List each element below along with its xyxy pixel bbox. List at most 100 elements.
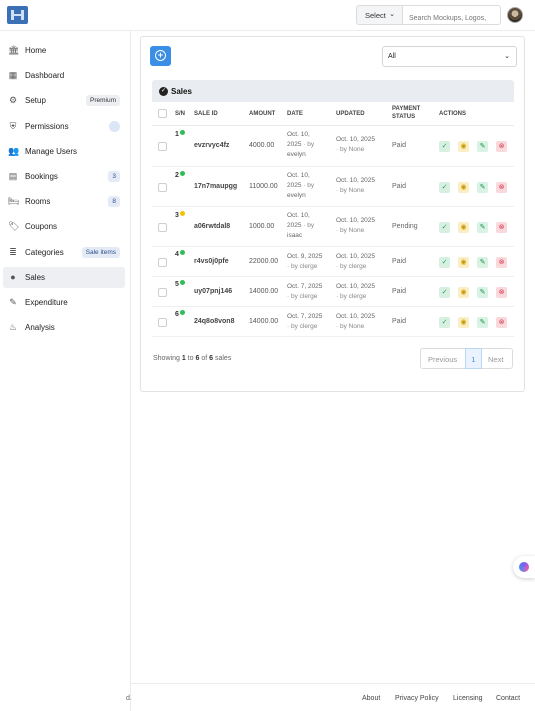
sidebar-item-home[interactable]: 🏛 Home	[3, 40, 125, 61]
bank-icon: 🏛	[8, 45, 20, 55]
row-checkbox[interactable]	[158, 288, 167, 297]
view-icon[interactable]: ◉	[458, 222, 469, 233]
grid-icon: ▦	[8, 70, 18, 80]
chat-widget-icon	[519, 562, 529, 572]
summary-to-word: to	[187, 355, 194, 362]
amount: 14000.00	[249, 288, 279, 295]
copyright-text: d.	[126, 695, 132, 702]
sidebar-item-categories[interactable]: ≣ Categories Sale items	[3, 242, 125, 263]
delete-icon[interactable]: ⊗	[496, 317, 507, 328]
table-row: 1 evzrvyc4fz 4000.00 Oct. 10, 2025 · by …	[152, 126, 514, 167]
date-text: Oct. 7, 2025	[287, 283, 323, 290]
sidebar-item-analysis[interactable]: ♨ Analysis	[3, 317, 125, 338]
confirm-icon[interactable]: ✓	[439, 317, 450, 328]
page-1-button[interactable]: 1	[465, 348, 482, 369]
premium-badge: Premium	[85, 95, 120, 106]
status-dot	[180, 280, 185, 285]
updated-cell: Oct. 10, 2025 · by clerge	[336, 252, 386, 272]
sale-id: a06rwtdal8	[194, 223, 231, 230]
date-by: · by	[303, 141, 315, 148]
date-text: Oct. 9, 2025	[287, 253, 323, 260]
confirm-icon[interactable]: ✓	[439, 222, 450, 233]
sales-card: + All ⌄ ✓ Sales S/N SALE ID AMOUNT DATE …	[140, 36, 525, 392]
delete-icon[interactable]: ⊗	[496, 182, 507, 193]
edit-icon[interactable]: ✎	[477, 257, 488, 268]
table-row: 4 r4vs0j0pfe 22000.00 Oct. 9, 2025 · by …	[152, 247, 514, 277]
chevron-down-icon: ⌄	[389, 11, 395, 18]
status-dot	[180, 171, 185, 176]
confirm-icon[interactable]: ✓	[439, 287, 450, 298]
date-cell: Oct. 7, 2025 · by clerge	[287, 312, 331, 332]
check-circle-icon: ✓	[159, 87, 168, 96]
footer-link-about[interactable]: About	[362, 695, 380, 702]
category-select[interactable]: Select ⌄	[356, 5, 403, 25]
sidebar-item-manage-users[interactable]: 👥 Manage Users	[3, 141, 125, 162]
previous-page-button[interactable]: Previous	[428, 355, 457, 364]
footer-link-licensing[interactable]: Licensing	[453, 695, 483, 702]
view-icon[interactable]: ◉	[458, 257, 469, 268]
search-input[interactable]	[403, 5, 501, 25]
add-sale-button[interactable]: +	[150, 46, 171, 66]
avatar[interactable]	[507, 7, 523, 23]
bed-icon: 🛏	[8, 196, 20, 206]
updated-by: · by None	[336, 187, 365, 194]
sidebar-item-dashboard[interactable]: ▦ Dashboard	[3, 65, 125, 86]
updated-date: Oct. 10, 2025	[336, 313, 376, 320]
edit-icon[interactable]: ✎	[477, 182, 488, 193]
sidebar-item-setup[interactable]: ⚙ Setup Premium	[3, 90, 125, 111]
date-cell: Oct. 7, 2025 · by clerge	[287, 282, 331, 302]
plus-circle-icon: +	[155, 50, 166, 61]
sidebar-item-rooms[interactable]: 🛏 Rooms 8	[3, 191, 125, 212]
confirm-icon[interactable]: ✓	[439, 182, 450, 193]
sale-id: r4vs0j0pfe	[194, 258, 229, 265]
delete-icon[interactable]: ⊗	[496, 287, 507, 298]
delete-icon[interactable]: ⊗	[496, 257, 507, 268]
edit-icon[interactable]: ✎	[477, 141, 488, 152]
edit-icon[interactable]: ✎	[477, 287, 488, 298]
footer-link-contact[interactable]: Contact	[496, 695, 520, 702]
sale-id: 24q8o8von8	[194, 318, 235, 325]
table-header: S/N SALE ID AMOUNT DATE UPDATED PAYMENT …	[152, 102, 514, 126]
edit-icon[interactable]: ✎	[477, 317, 488, 328]
row-checkbox[interactable]	[158, 223, 167, 232]
view-icon[interactable]: ◉	[458, 287, 469, 298]
sidebar-item-sales[interactable]: ● Sales	[3, 267, 125, 288]
sales-icon: ●	[10, 272, 16, 282]
delete-icon[interactable]: ⊗	[496, 222, 507, 233]
row-checkbox[interactable]	[158, 258, 167, 267]
updated-cell: Oct. 10, 2025 · by None	[336, 216, 386, 236]
pagination: Previous 1 Next	[420, 348, 513, 369]
confirm-icon[interactable]: ✓	[439, 141, 450, 152]
confirm-icon[interactable]: ✓	[439, 257, 450, 268]
column-sn: S/N	[175, 111, 186, 117]
row-checkbox[interactable]	[158, 142, 167, 151]
footer-link-privacy[interactable]: Privacy Policy	[395, 695, 439, 702]
sale-items-badge: Sale items	[81, 247, 120, 258]
summary-from: 1	[181, 355, 186, 362]
amount: 11000.00	[249, 183, 278, 190]
row-checkbox[interactable]	[158, 183, 167, 192]
sidebar-item-bookings[interactable]: ▤ Bookings 3	[3, 166, 125, 187]
app-logo[interactable]	[7, 6, 28, 24]
select-all-checkbox[interactable]	[158, 109, 167, 118]
summary-prefix: Showing	[153, 355, 180, 362]
sidebar: 🏛 Home ▦ Dashboard ⚙ Setup Premium ⛨ Per…	[0, 31, 131, 711]
amount: 14000.00	[249, 318, 279, 325]
status-filter-select[interactable]: All ⌄	[382, 46, 517, 67]
next-page-button[interactable]: Next	[488, 355, 503, 364]
view-icon[interactable]: ◉	[458, 141, 469, 152]
sidebar-item-coupons[interactable]: 🏷 Coupons	[3, 216, 125, 237]
delete-icon[interactable]: ⊗	[496, 141, 507, 152]
chat-widget-button[interactable]	[513, 556, 535, 578]
edit-icon[interactable]: ✎	[477, 222, 488, 233]
view-icon[interactable]: ◉	[458, 182, 469, 193]
panel-title: Sales	[171, 87, 192, 96]
view-icon[interactable]: ◉	[458, 317, 469, 328]
count-badge: 3	[108, 171, 120, 182]
sidebar-item-permissions[interactable]: ⛨ Permissions	[3, 116, 125, 137]
row-checkbox[interactable]	[158, 318, 167, 327]
sidebar-item-expenditure[interactable]: ✎ Expenditure	[3, 292, 125, 313]
date-author: isaac	[287, 232, 303, 239]
date-by: · by	[303, 182, 315, 189]
date-by: · by clerge	[287, 323, 318, 330]
